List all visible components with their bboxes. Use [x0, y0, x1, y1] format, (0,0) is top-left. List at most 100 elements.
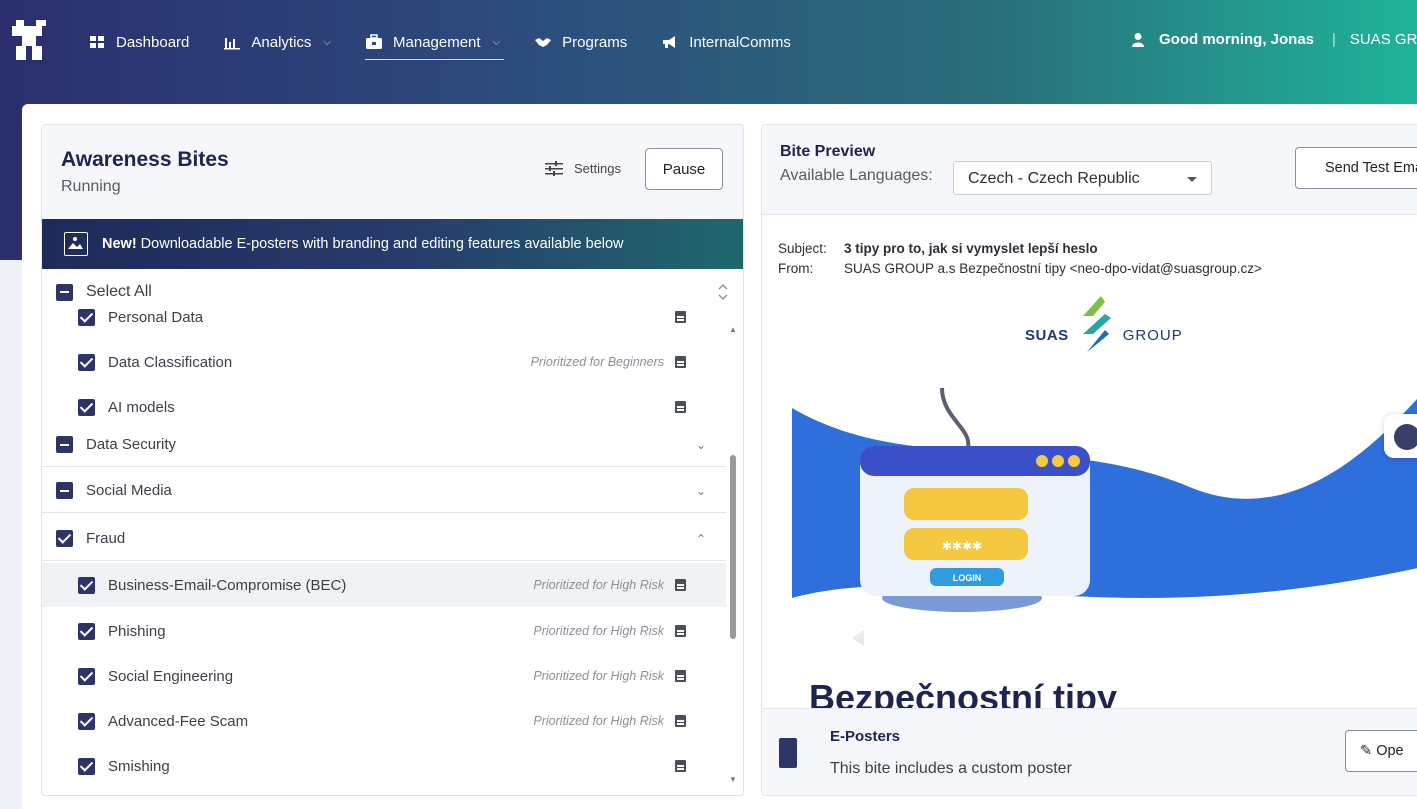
- checkbox[interactable]: [78, 308, 95, 326]
- bite-row[interactable]: Social Engineering Prioritized for High R…: [42, 654, 726, 698]
- app-logo-icon[interactable]: [10, 18, 50, 62]
- floating-assistant-button[interactable]: [1384, 414, 1417, 458]
- user-icon: [1132, 32, 1144, 47]
- checkbox[interactable]: [78, 667, 95, 685]
- organization-name[interactable]: SUAS GRO: [1350, 31, 1417, 48]
- settings-button[interactable]: Settings: [544, 160, 621, 176]
- list-scrollbar[interactable]: ▲ ▼: [728, 325, 738, 795]
- brand-name-suas: SUAS: [1025, 326, 1069, 344]
- chevron-down-icon[interactable]: ⌄: [696, 484, 706, 498]
- category-row[interactable]: Social Media ⌄: [42, 469, 726, 513]
- security-tips-hero-image: ✱✱✱✱ LOGIN: [792, 388, 1417, 658]
- main-nav: Dashboard Analytics ⌵ Management ⌵ Progr…: [88, 31, 825, 60]
- nav-management[interactable]: Management ⌵: [365, 33, 505, 60]
- poster-doc-icon[interactable]: [675, 311, 686, 323]
- pause-button[interactable]: Pause: [645, 148, 723, 190]
- dropdown-caret-icon: [1187, 177, 1197, 182]
- category-row[interactable]: Fraud ⌃: [42, 517, 726, 561]
- priority-tag: Prioritized for High Risk: [533, 669, 664, 683]
- new-feature-banner[interactable]: New! Downloadable E-posters with brandin…: [42, 219, 743, 269]
- poster-doc-icon[interactable]: [675, 579, 686, 591]
- nav-programs[interactable]: Programs: [534, 34, 627, 51]
- bite-row[interactable]: Advanced-Fee Scam Prioritized for High Ri…: [42, 699, 726, 743]
- bite-row[interactable]: Business-Email-Compromise (BEC) Prioritiz…: [42, 563, 726, 607]
- nav-dashboard[interactable]: Dashboard: [88, 34, 189, 51]
- select-all-checkbox[interactable]: [56, 283, 73, 301]
- bite-row[interactable]: Phishing Prioritized for High Risk: [42, 609, 726, 653]
- preview-title: Bite Preview: [780, 143, 876, 160]
- top-navigation-bar: [0, 0, 1417, 110]
- bite-label: Phishing: [108, 622, 166, 640]
- scrollbar-thumb[interactable]: [730, 455, 736, 639]
- language-select[interactable]: Czech - Czech Republic: [953, 161, 1212, 195]
- checkbox[interactable]: [56, 436, 73, 453]
- nav-internalcomms[interactable]: InternalComms: [661, 34, 791, 51]
- handshake-icon: [535, 38, 552, 47]
- send-test-email-button[interactable]: Send Test Ema: [1295, 147, 1417, 189]
- collapse-expand-icon[interactable]: [718, 283, 728, 301]
- eposters-description: This bite includes a custom poster: [830, 760, 1072, 777]
- megaphone-icon: [663, 36, 676, 48]
- eposters-title: E-Posters: [830, 728, 901, 745]
- bite-row[interactable]: Data Classification Prioritized for Begin…: [42, 348, 726, 376]
- banner-text: Downloadable E-posters with branding and…: [136, 236, 624, 252]
- select-all-label: Select All: [86, 283, 152, 300]
- nav-analytics[interactable]: Analytics ⌵: [223, 34, 331, 51]
- checkbox[interactable]: [78, 353, 95, 371]
- bite-row[interactable]: Personal Data: [42, 303, 726, 331]
- side-background: [0, 260, 22, 809]
- select-all-row[interactable]: Select All: [56, 280, 728, 304]
- nav-internalcomms-label: InternalComms: [689, 33, 791, 51]
- checkbox[interactable]: [78, 757, 95, 775]
- category-label: Social Media: [86, 482, 172, 499]
- bite-label: Data Classification: [108, 353, 233, 371]
- preview-header: Bite Preview Available Languages: Czech …: [762, 125, 1417, 215]
- bite-label: AI models: [108, 398, 175, 416]
- checkbox[interactable]: [78, 622, 95, 640]
- nav-programs-label: Programs: [562, 33, 628, 51]
- toolbox-icon: [366, 34, 383, 49]
- awareness-bites-panel: Awareness Bites Running Settings Pause N…: [41, 124, 744, 796]
- brand-mark-icon: [1082, 296, 1111, 352]
- checkbox[interactable]: [78, 398, 95, 416]
- checkbox[interactable]: [56, 482, 73, 499]
- chevron-down-icon[interactable]: ⌄: [696, 438, 706, 452]
- open-poster-button[interactable]: ✎ Ope: [1345, 730, 1417, 772]
- poster-doc-icon[interactable]: [675, 715, 686, 727]
- panel-header: Awareness Bites Running Settings Pause: [42, 125, 743, 220]
- nav-management-label: Management: [393, 33, 481, 51]
- bite-row[interactable]: Smishing: [42, 744, 726, 788]
- language-selected-value: Czech - Czech Republic: [968, 170, 1140, 187]
- email-subject-line: Subject: 3 tipy pro to, jak si vymyslet l…: [778, 241, 1098, 256]
- poster-doc-icon[interactable]: [675, 356, 686, 368]
- svg-text:✱✱✱✱: ✱✱✱✱: [942, 539, 982, 553]
- user-greeting[interactable]: Good morning, Jonas | SUAS GRO: [1131, 31, 1417, 48]
- checkbox[interactable]: [56, 530, 73, 547]
- hero-login-text: LOGIN: [953, 573, 982, 583]
- scroll-up-icon[interactable]: ▲: [729, 325, 737, 334]
- scroll-down-icon[interactable]: ▼: [729, 775, 737, 784]
- nav-analytics-label: Analytics: [251, 33, 312, 51]
- poster-doc-icon[interactable]: [675, 401, 686, 413]
- checkbox[interactable]: [78, 576, 95, 594]
- bite-label: Social Engineering: [108, 667, 234, 685]
- languages-label: Available Languages:: [780, 167, 933, 184]
- from-key: From:: [778, 261, 814, 276]
- checkbox[interactable]: [78, 712, 95, 730]
- open-label: Ope: [1376, 743, 1404, 759]
- priority-tag: Prioritized for High Risk: [533, 624, 664, 638]
- bite-row[interactable]: AI models: [42, 393, 726, 421]
- poster-doc-icon[interactable]: [675, 625, 686, 637]
- category-row[interactable]: Data Security ⌄: [42, 423, 726, 467]
- poster-doc-icon[interactable]: [675, 670, 686, 682]
- separator: |: [1332, 31, 1336, 48]
- chevron-up-icon[interactable]: ⌃: [696, 532, 706, 546]
- poster-doc-icon[interactable]: [675, 760, 686, 772]
- settings-label: Settings: [574, 160, 621, 176]
- bite-label: Advanced-Fee Scam: [108, 712, 249, 730]
- priority-tag: Prioritized for High Risk: [533, 578, 664, 592]
- chevron-down-icon: ⌵: [323, 36, 332, 48]
- from-value: SUAS GROUP a.s Bezpečnostní tipy <neo-dp…: [844, 261, 1262, 276]
- banner-new-label: New!: [102, 236, 137, 252]
- subject-value: 3 tipy pro to, jak si vymyslet lepší hes…: [844, 241, 1098, 256]
